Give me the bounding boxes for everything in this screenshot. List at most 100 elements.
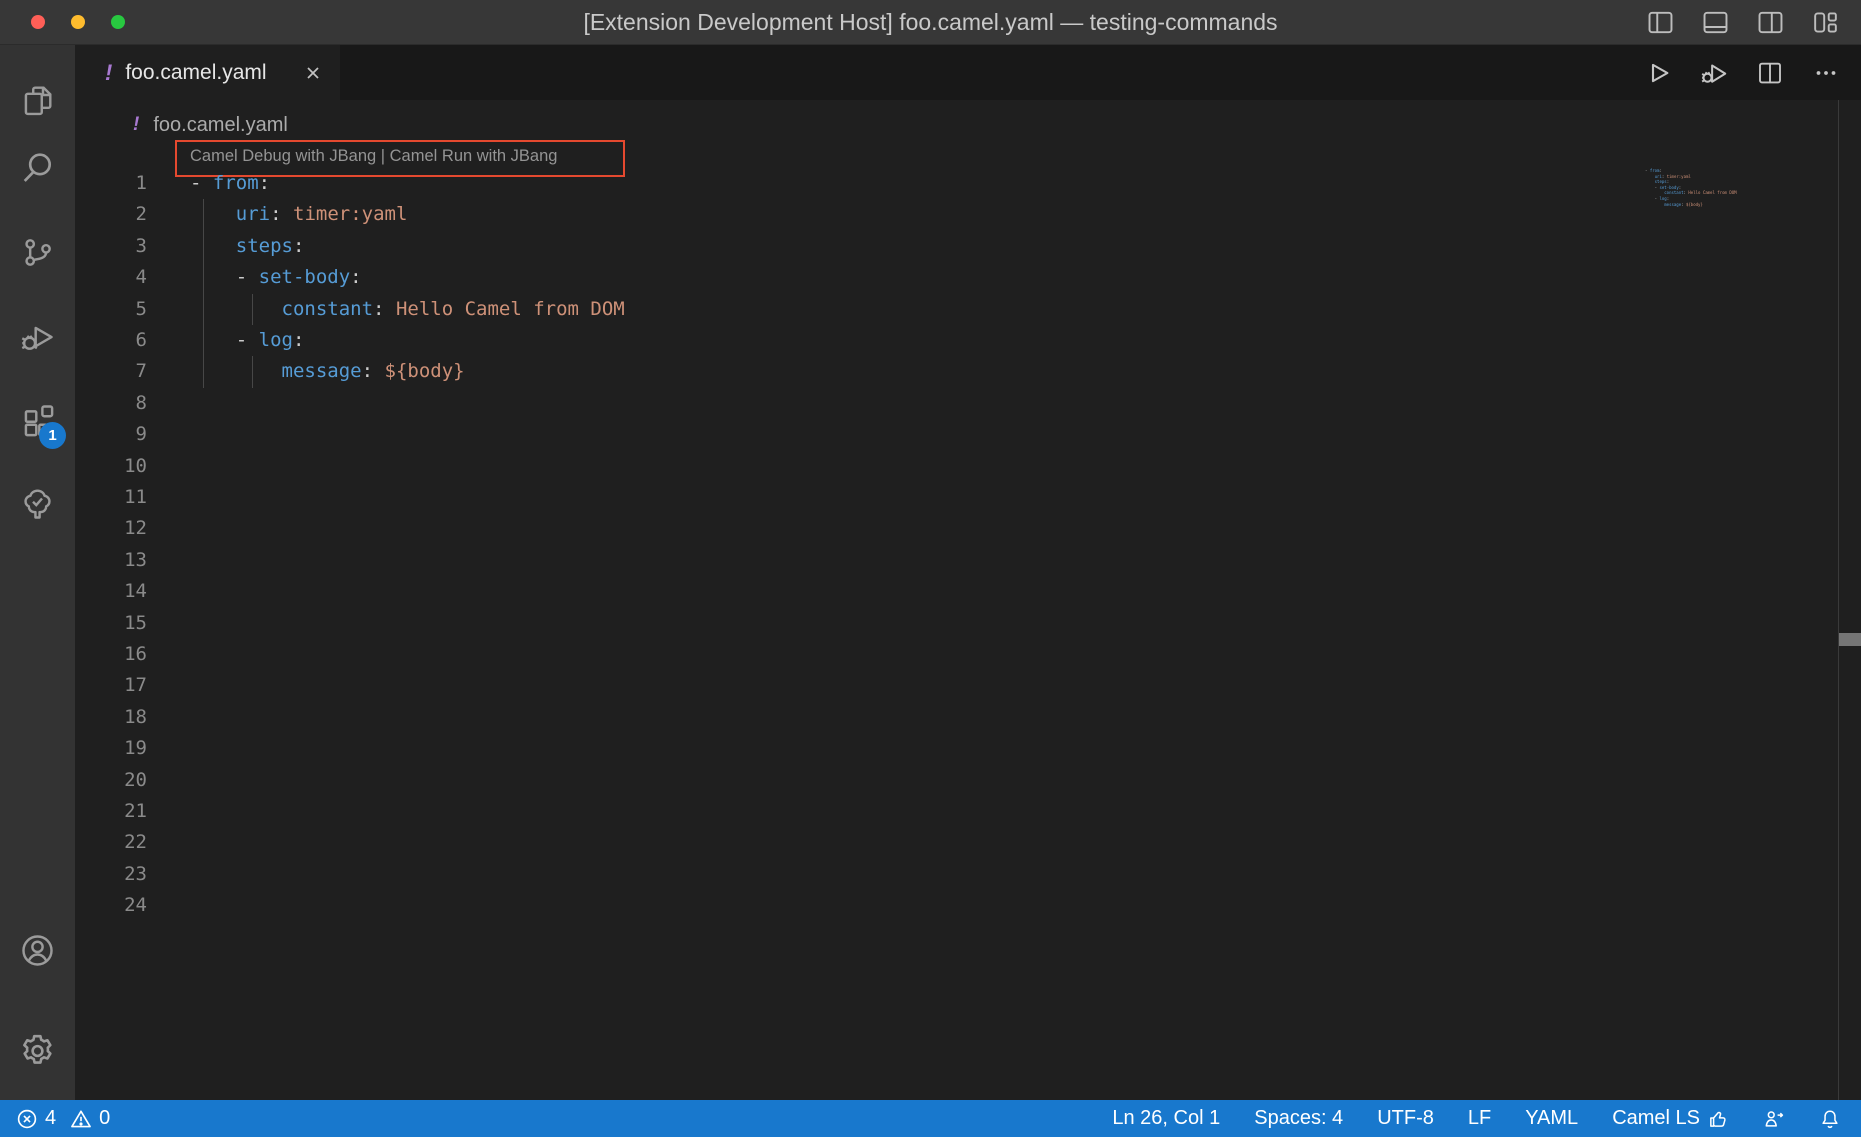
editor-view[interactable]: ! foo.camel.yaml Camel Debug with JBang … [75, 100, 1861, 1100]
debug-run-icon[interactable] [1699, 58, 1729, 88]
line-number: 24 [75, 890, 147, 921]
code-token [1645, 185, 1655, 190]
sidebar-item-extensions[interactable]: 1 [18, 401, 57, 440]
sidebar-item-settings[interactable] [18, 1031, 57, 1070]
breadcrumb-label: foo.camel.yaml [153, 114, 288, 137]
close-tab-icon[interactable] [302, 62, 324, 84]
code-token: log [1659, 196, 1666, 201]
status-item[interactable] [1763, 1108, 1785, 1130]
status-label: Ln 26, Col 1 [1112, 1107, 1220, 1130]
tab-foo-camel-yaml[interactable]: ! foo.camel.yaml [75, 45, 340, 100]
toggle-secondary-sidebar-icon[interactable] [1755, 7, 1786, 38]
code-token [190, 203, 236, 225]
indent-guide [203, 231, 204, 262]
status-label: Camel LS [1612, 1107, 1700, 1130]
sidebar-item-explorer[interactable] [18, 81, 57, 120]
line-number: 20 [75, 765, 147, 796]
line-number: 11 [75, 482, 147, 513]
code-line[interactable]: message: ${body} [75, 356, 1731, 387]
code-token: Hello Camel from DOM [1688, 190, 1736, 195]
status-label: YAML [1525, 1107, 1578, 1130]
status-item-lf[interactable]: LF [1468, 1107, 1491, 1130]
customize-layout-icon[interactable] [1810, 7, 1841, 38]
status-label: 0 [99, 1107, 110, 1130]
code-token: : [293, 235, 304, 257]
status-item-spaces-4[interactable]: Spaces: 4 [1254, 1107, 1343, 1130]
line-number: 16 [75, 639, 147, 670]
code-line[interactable]: steps: [75, 231, 1731, 262]
code-token: message [1664, 202, 1681, 207]
line-number: 23 [75, 859, 147, 890]
sidebar-item-tree-check[interactable] [18, 484, 57, 523]
code-line[interactable]: constant: Hello Camel from DOM [75, 294, 1731, 325]
code-line[interactable]: uri: timer:yaml [75, 199, 1731, 230]
line-number: 8 [75, 388, 147, 419]
tree-check-icon [18, 484, 57, 523]
status-bar: 40 Ln 26, Col 1Spaces: 4UTF-8LFYAMLCamel… [0, 1100, 1861, 1137]
code-token: message [282, 360, 362, 382]
code-token: : [1667, 196, 1669, 201]
code-token: timer:yaml [1667, 174, 1691, 179]
split-editor-icon[interactable] [1755, 58, 1785, 88]
sidebar-item-run-debug[interactable] [18, 317, 57, 356]
code-token: : [293, 329, 304, 351]
sidebar-item-source-control[interactable] [18, 233, 57, 272]
code-token [1645, 202, 1664, 207]
status-item-ln-26-col-1[interactable]: Ln 26, Col 1 [1112, 1107, 1220, 1130]
code-line[interactable]: - set-body: [75, 262, 1731, 293]
status-item-camel-ls[interactable]: Camel LS [1612, 1107, 1729, 1130]
toggle-sidebar-icon[interactable] [1645, 7, 1676, 38]
minimap-line: message: ${body} [1645, 202, 1737, 208]
code-token [1645, 174, 1655, 179]
tab-label: foo.camel.yaml [125, 61, 266, 85]
code-token: : [259, 172, 270, 194]
code-token [190, 329, 236, 351]
indent-guide [252, 294, 253, 325]
line-number: 19 [75, 733, 147, 764]
more-actions-icon[interactable] [1811, 58, 1841, 88]
code-token: : [362, 360, 373, 382]
code-token: set-body [259, 266, 351, 288]
sidebar-item-accounts[interactable] [18, 931, 57, 970]
tab-bar: ! foo.camel.yaml [75, 45, 1861, 100]
status-left: 40 [16, 1107, 110, 1130]
code-token: : [270, 203, 281, 225]
status-label: Spaces: 4 [1254, 1107, 1343, 1130]
scrollbar-divider [1838, 100, 1839, 1100]
code-token [1645, 196, 1655, 201]
status-label: LF [1468, 1107, 1491, 1130]
breadcrumb[interactable]: ! foo.camel.yaml [133, 110, 288, 140]
code-token: : [1679, 185, 1681, 190]
code-token: steps [236, 235, 293, 257]
toggle-panel-icon[interactable] [1700, 7, 1731, 38]
overview-ruler-marker [1839, 633, 1861, 646]
code-line[interactable]: - log: [75, 325, 1731, 356]
line-number: 21 [75, 796, 147, 827]
source-control-icon [18, 233, 57, 272]
code-token: : [1667, 179, 1669, 184]
status-item-4[interactable]: 4 [16, 1107, 56, 1130]
feedback-icon [1763, 1108, 1785, 1130]
code-token: timer:yaml [293, 203, 407, 225]
window-title: [Extension Development Host] foo.camel.y… [0, 0, 1861, 45]
line-number: 12 [75, 513, 147, 544]
code-token: constant [1664, 190, 1683, 195]
status-item-0[interactable]: 0 [70, 1107, 110, 1130]
status-item-yaml[interactable]: YAML [1525, 1107, 1578, 1130]
warning-triangle-icon [70, 1108, 92, 1130]
codelens-commands[interactable]: Camel Debug with JBang | Camel Run with … [190, 147, 557, 166]
title-bar: [Extension Development Host] foo.camel.y… [0, 0, 1861, 45]
sidebar-item-search[interactable] [18, 148, 57, 187]
run-icon[interactable] [1643, 58, 1673, 88]
yaml-file-icon: ! [133, 114, 139, 136]
editor-area: ! foo.camel.yaml ! foo.camel.yaml Camel … [75, 45, 1861, 1100]
bell-icon [1819, 1108, 1841, 1130]
status-item[interactable] [1819, 1108, 1841, 1130]
line-number: 17 [75, 670, 147, 701]
status-item-utf-8[interactable]: UTF-8 [1377, 1107, 1434, 1130]
minimap[interactable]: - from: uri: timer:yaml steps: - set-bod… [1645, 168, 1737, 207]
editor-actions [1643, 45, 1861, 100]
code-line[interactable]: - from: [75, 168, 1731, 199]
code-token: - [236, 329, 259, 351]
code-token: steps [1655, 179, 1667, 184]
